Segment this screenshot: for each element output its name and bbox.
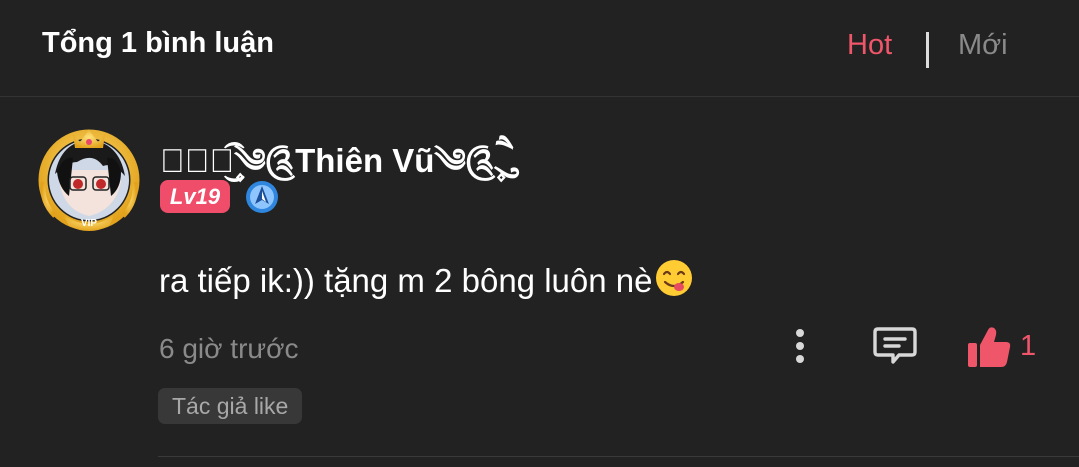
more-vertical-icon	[796, 329, 804, 363]
reply-comment-icon	[873, 327, 917, 364]
sort-divider	[926, 32, 929, 68]
more-options-button[interactable]	[782, 326, 818, 366]
thumbs-up-icon	[968, 327, 1011, 367]
vip-avatar-frame-icon: VIP	[38, 129, 140, 231]
avatar[interactable]: VIP	[33, 122, 145, 234]
comments-header: Tổng 1 bình luận Hot Mới	[0, 0, 1079, 97]
comment-text: ra tiếp ik:)) tặng m 2 bông luôn nè	[159, 262, 653, 299]
face-savoring-food-icon	[654, 258, 694, 298]
author-like-tag: Tác giả like	[158, 388, 303, 424]
sort-hot-tab[interactable]: Hot	[847, 29, 892, 62]
like-button[interactable]: 1	[966, 325, 1046, 369]
vip-badge-label: VIP	[81, 218, 97, 229]
comment-divider	[158, 456, 1079, 457]
reply-button[interactable]	[872, 325, 918, 367]
comment-count-title: Tổng 1 bình luận	[42, 27, 274, 59]
level-badge: Lv19	[160, 180, 230, 213]
comment-body: ra tiếp ik:)) tặng m 2 bông luôn nè	[159, 258, 694, 300]
rank-medal-icon	[244, 179, 280, 215]
comment-timestamp: 6 giờ trước	[159, 333, 299, 364]
sort-new-tab[interactable]: Mới	[958, 29, 1008, 62]
like-count: 1	[1020, 330, 1037, 362]
